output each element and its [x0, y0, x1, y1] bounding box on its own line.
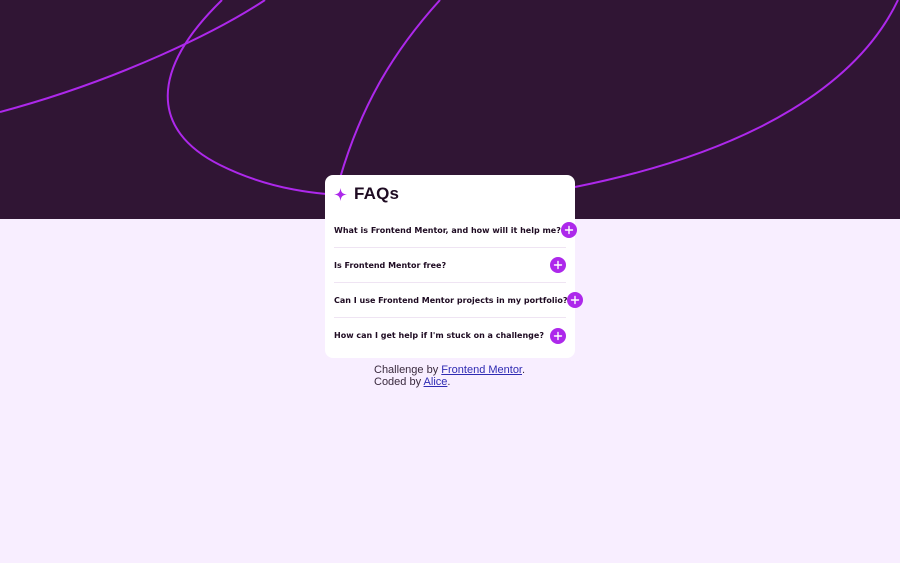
- faq-item[interactable]: What is Frontend Mentor, and how will it…: [334, 213, 577, 248]
- attribution-prefix: Challenge by: [374, 364, 442, 376]
- frontend-mentor-link[interactable]: Frontend Mentor: [441, 364, 522, 376]
- attribution-line-coded: Coded by Alice.: [374, 376, 525, 388]
- attribution-line-challenge: Challenge by Frontend Mentor.: [374, 364, 525, 376]
- attribution-suffix: .: [522, 364, 526, 376]
- faq-question: What is Frontend Mentor, and how will it…: [334, 225, 561, 235]
- faq-card: FAQs What is Frontend Mentor, and how wi…: [325, 175, 584, 358]
- page-title: FAQs: [354, 184, 400, 203]
- card-header: FAQs: [334, 175, 566, 213]
- attribution: Challenge by Frontend Mentor. Coded by A…: [374, 364, 525, 388]
- plus-icon[interactable]: [550, 327, 566, 344]
- faq-list: What is Frontend Mentor, and how will it…: [334, 213, 584, 353]
- faq-item[interactable]: How can I get help if I'm stuck on a cha…: [334, 318, 566, 353]
- faq-item[interactable]: Can I use Frontend Mentor projects in my…: [334, 283, 584, 318]
- plus-icon[interactable]: [550, 257, 566, 273]
- faq-question: Is Frontend Mentor free?: [334, 260, 447, 270]
- faq-item[interactable]: Is Frontend Mentor free?: [334, 248, 566, 283]
- star-icon: [334, 187, 347, 201]
- attribution-suffix: .: [447, 376, 451, 388]
- faq-question: How can I get help if I'm stuck on a cha…: [334, 331, 544, 340]
- plus-icon[interactable]: [560, 222, 577, 238]
- author-link[interactable]: Alice: [424, 376, 448, 388]
- faq-question: Can I use Frontend Mentor projects in my…: [334, 295, 568, 305]
- attribution-prefix: Coded by: [374, 376, 424, 388]
- plus-icon[interactable]: [567, 292, 584, 308]
